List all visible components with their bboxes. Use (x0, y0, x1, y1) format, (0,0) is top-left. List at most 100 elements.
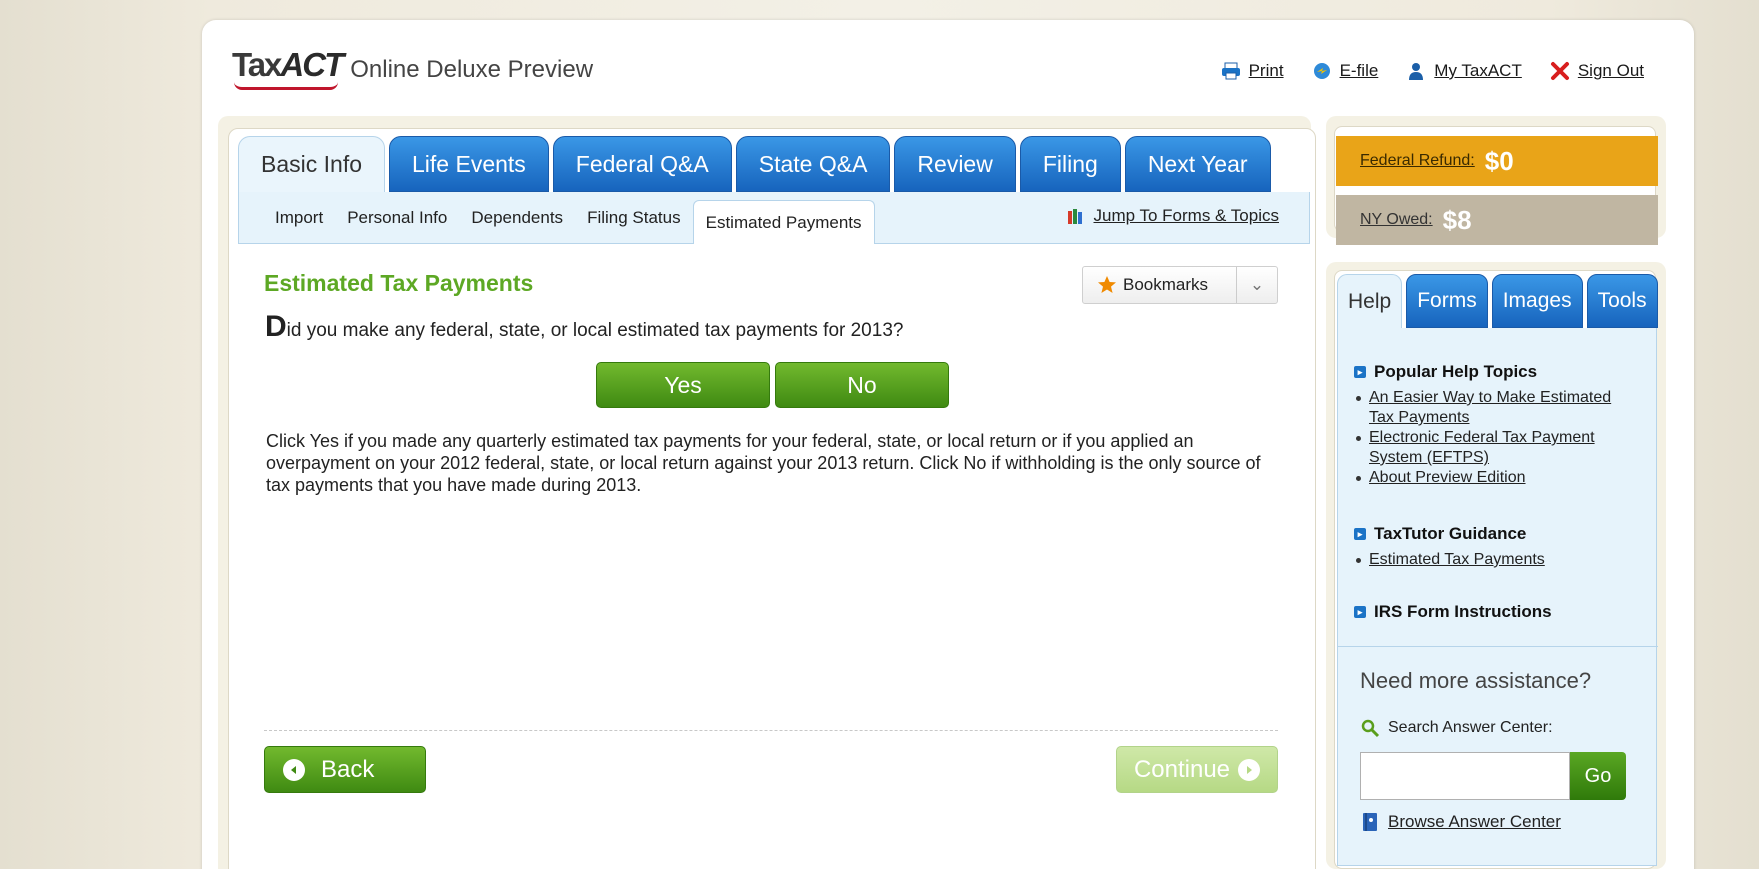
bookmarks-button[interactable]: Bookmarks ⌄ (1082, 266, 1278, 304)
help-divider (1338, 646, 1658, 647)
subnav-item-filing-status[interactable]: Filing Status (575, 199, 693, 237)
popular-help-heading: ▸ Popular Help Topics (1354, 362, 1639, 382)
list-bullet (1356, 396, 1361, 401)
question-rest: id you make any federal, state, or local… (286, 320, 904, 341)
state-owed-bar: NY Owed: $8 (1336, 195, 1658, 245)
logo-text-light: Tax (232, 46, 282, 83)
tab-forms[interactable]: Forms (1406, 274, 1488, 328)
page-title: Estimated Tax Payments (264, 270, 534, 296)
content-divider (264, 730, 1278, 731)
print-link-label: Print (1248, 61, 1284, 80)
back-button[interactable]: Back (264, 746, 426, 793)
question-text: Did you make any federal, state, or loca… (265, 310, 903, 344)
books-icon (1067, 209, 1082, 224)
irs-heading[interactable]: ▸ IRS Form Instructions (1354, 602, 1552, 622)
tab-life-events[interactable]: Life Events (389, 136, 549, 192)
subnav-item-import[interactable]: Import (263, 199, 335, 237)
tab-filing[interactable]: Filing (1019, 136, 1121, 192)
search-icon (1361, 719, 1380, 738)
efile-link[interactable]: E-file (1312, 61, 1379, 81)
search-input[interactable] (1360, 752, 1570, 800)
irs-section: ▸ IRS Form Instructions (1354, 602, 1552, 622)
logo-mark: TaxACT (232, 46, 344, 90)
help-panel: ▸ Popular Help Topics An Easier Way to M… (1337, 328, 1658, 866)
subnav-item-estimated-payments[interactable]: Estimated Payments (692, 200, 875, 244)
back-label: Back (321, 755, 375, 783)
section-bullet-icon: ▸ (1354, 606, 1366, 618)
need-assistance-heading: Need more assistance? (1360, 668, 1592, 693)
jump-to-forms-label: Jump To Forms & Topics (1093, 206, 1280, 225)
tab-basic-info[interactable]: Basic Info (238, 136, 385, 192)
tab-tools[interactable]: Tools (1586, 274, 1658, 328)
printer-icon (1221, 62, 1240, 80)
section-bullet-icon: ▸ (1354, 528, 1366, 540)
federal-refund-value: $0 (1484, 145, 1514, 176)
help-link-easier-way[interactable]: An Easier Way to Make Estimated Tax Paym… (1369, 388, 1639, 428)
arrow-right-icon (1238, 758, 1261, 781)
state-owed-value: $8 (1442, 204, 1472, 235)
header-links: Print E-file My TaxACT Sign Out (1221, 61, 1644, 81)
tab-state-qa[interactable]: State Q&A (735, 136, 891, 192)
browse-answer-center-label: Browse Answer Center (1388, 812, 1561, 831)
list-item: Estimated Tax Payments (1356, 550, 1639, 570)
help-link-preview-edition[interactable]: About Preview Edition (1369, 468, 1639, 488)
popular-help-list: An Easier Way to Make Estimated Tax Paym… (1356, 388, 1639, 488)
list-bullet (1356, 436, 1361, 441)
logo-subtitle: Online Deluxe Preview (350, 56, 594, 83)
tab-images[interactable]: Images (1491, 274, 1583, 328)
list-item: Electronic Federal Tax Payment System (E… (1356, 428, 1639, 468)
side-tabs: Help Forms Images Tools (1337, 274, 1658, 328)
bookmarks-label: Bookmarks (1123, 275, 1209, 294)
book-icon (1363, 813, 1377, 831)
my-taxact-link[interactable]: My TaxACT (1406, 61, 1522, 81)
taxtutor-heading-text: TaxTutor Guidance (1374, 524, 1527, 543)
close-icon (1550, 62, 1569, 80)
popular-help-heading-text: Popular Help Topics (1374, 362, 1538, 381)
user-icon (1409, 63, 1424, 80)
question-dropcap: D (265, 310, 287, 343)
federal-refund-bar: Federal Refund: $0 (1336, 136, 1658, 186)
go-button[interactable]: Go (1570, 752, 1626, 800)
list-bullet (1356, 558, 1361, 563)
star-icon (1098, 276, 1116, 293)
sign-out-link[interactable]: Sign Out (1550, 61, 1644, 81)
section-bullet-icon: ▸ (1354, 366, 1366, 378)
popular-help-section: ▸ Popular Help Topics An Easier Way to M… (1354, 362, 1639, 488)
chevron-down-icon[interactable]: ⌄ (1237, 275, 1277, 295)
taxtutor-link-estimated[interactable]: Estimated Tax Payments (1369, 550, 1639, 570)
taxtutor-list: Estimated Tax Payments (1356, 550, 1639, 570)
logo-text-bold: ACT (280, 46, 344, 83)
bookmarks-main[interactable]: Bookmarks (1083, 267, 1237, 303)
search-answer-label: Search Answer Center: (1360, 718, 1553, 738)
subnav-items: Import Personal Info Dependents Filing S… (263, 192, 875, 244)
subnav-item-personal-info[interactable]: Personal Info (335, 199, 459, 237)
continue-label: Continue (1133, 755, 1231, 783)
sign-out-link-label: Sign Out (1577, 61, 1644, 80)
state-owed-label[interactable]: NY Owed: (1360, 211, 1433, 229)
efile-link-label: E-file (1339, 61, 1379, 80)
help-link-eftps[interactable]: Electronic Federal Tax Payment System (E… (1369, 428, 1639, 468)
description-text: Click Yes if you made any quarterly esti… (266, 431, 1261, 495)
taxtutor-heading: ▸ TaxTutor Guidance (1354, 524, 1639, 544)
yes-button[interactable]: Yes (596, 362, 770, 408)
federal-refund-label[interactable]: Federal Refund: (1360, 152, 1475, 170)
browse-answer-center-link[interactable]: Browse Answer Center (1360, 812, 1561, 832)
main-tabs: Basic Info Life Events Federal Q&A State… (238, 136, 1271, 192)
list-item: About Preview Edition (1356, 468, 1639, 488)
tab-next-year[interactable]: Next Year (1124, 136, 1271, 192)
print-link[interactable]: Print (1221, 61, 1284, 81)
subnav-item-dependents[interactable]: Dependents (459, 199, 575, 237)
tab-federal-qa[interactable]: Federal Q&A (552, 136, 732, 192)
continue-button[interactable]: Continue (1116, 746, 1278, 793)
search-label-text: Search Answer Center: (1388, 719, 1553, 736)
no-button[interactable]: No (775, 362, 949, 408)
list-bullet (1356, 476, 1361, 481)
list-item: An Easier Way to Make Estimated Tax Paym… (1356, 388, 1639, 428)
efile-icon (1313, 63, 1330, 79)
arrow-left-icon (283, 758, 305, 781)
tab-help[interactable]: Help (1337, 274, 1403, 328)
taxact-logo[interactable]: TaxACT Online Deluxe Preview (232, 46, 594, 90)
jump-to-forms-link[interactable]: Jump To Forms & Topics (1066, 206, 1280, 226)
tab-review[interactable]: Review (894, 136, 1016, 192)
irs-heading-text: IRS Form Instructions (1374, 602, 1552, 621)
